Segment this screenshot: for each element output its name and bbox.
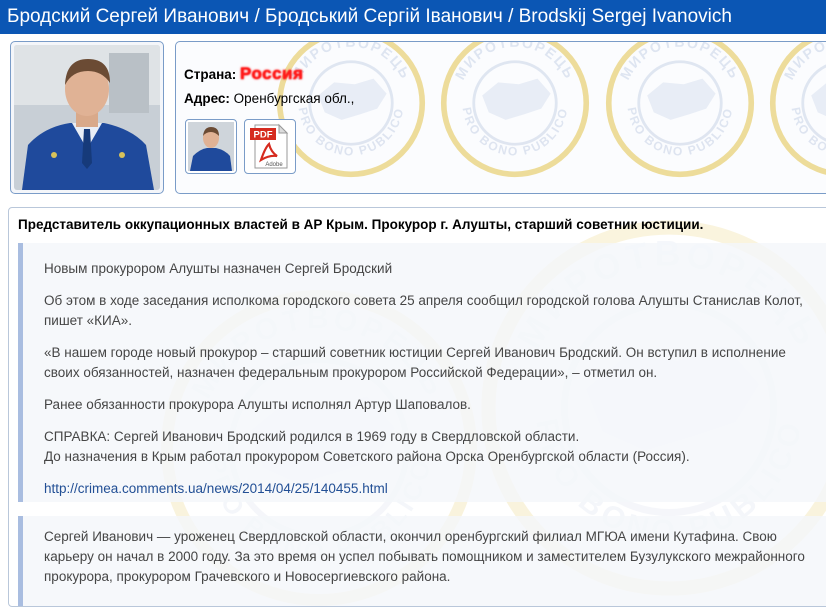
quote-paragraph: «В нашем городе новый прокурор – старший… [44, 345, 786, 380]
photo-thumbnail-image [188, 122, 234, 171]
address-row: Адрес: Оренбургская обл., [184, 91, 354, 106]
profile-photo[interactable] [10, 41, 164, 194]
profile-info-panel: Страна: Россия Адрес: Оренбургская обл.,… [175, 41, 826, 194]
quote-paragraph: СПРАВКА: Сергей Иванович Бродский родилс… [44, 427, 814, 467]
pdf-caption: Adobe [265, 162, 283, 168]
quote-paragraph: Ранее обязанности прокурора Алушты испол… [44, 397, 471, 412]
reference-line: СПРАВКА: Сергей Иванович Бродский родилс… [44, 429, 580, 444]
summary-heading: Представитель оккупационных властей в АР… [18, 217, 704, 232]
pdf-adobe-icon: PDF Adobe [250, 123, 289, 169]
watermark-emblem [276, 41, 426, 178]
quote-paragraph: Новым прокурором Алушты назначен Сергей … [44, 261, 393, 276]
portrait-image [14, 45, 160, 190]
biography-quote-block: Сергей Иванович — уроженец Свердловской … [18, 516, 826, 606]
biography-panel: Представитель оккупационных властей в АР… [8, 207, 826, 607]
address-label: Адрес: [184, 91, 230, 106]
source-link-paragraph: http://crimea.comments.ua/news/2014/04/2… [44, 479, 814, 499]
photo-thumbnail[interactable] [185, 119, 237, 174]
quote-paragraph: Об этом в ходе заседания исполкома город… [44, 293, 803, 328]
page-title: Бродский Сергей Иванович / Бродський Сер… [0, 0, 826, 34]
reference-line: До назначения в Крым работал прокурором … [44, 449, 690, 464]
watermark-emblem [440, 41, 590, 178]
pdf-document-link[interactable]: PDF Adobe [244, 119, 296, 174]
source-link[interactable]: http://crimea.comments.ua/news/2014/04/2… [44, 481, 388, 496]
watermark-emblem [605, 41, 755, 178]
address-value: Оренбургская обл., [233, 91, 355, 106]
watermark-row [276, 41, 826, 183]
country-value: Россия [240, 64, 304, 83]
country-row: Страна: Россия [184, 64, 303, 84]
watermark-emblem [769, 41, 826, 178]
quote-paragraph: Сергей Иванович — уроженец Свердловской … [44, 529, 805, 584]
pdf-badge-text: PDF [254, 130, 273, 141]
news-quote-block: Новым прокурором Алушты назначен Сергей … [18, 243, 826, 502]
country-label: Страна: [184, 67, 237, 82]
